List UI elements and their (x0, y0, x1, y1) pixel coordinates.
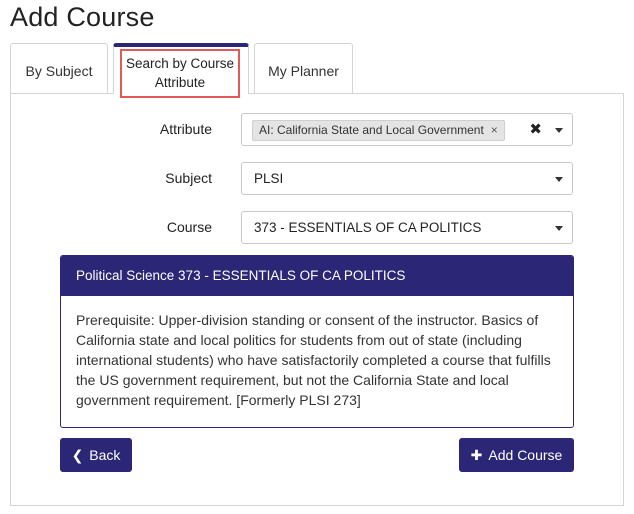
tab-by-subject[interactable]: By Subject (10, 43, 108, 93)
attribute-label: Attribute (159, 121, 212, 137)
tab-search-by-course-attribute[interactable]: Search by Course Attribute (113, 43, 249, 98)
tab-my-planner[interactable]: My Planner (254, 43, 353, 93)
add-course-button[interactable]: ✚ Add Course (459, 438, 574, 472)
attribute-chip: AI: California State and Local Governmen… (252, 120, 505, 141)
course-label: Course (166, 219, 212, 235)
course-value: 373 - ESSENTIALS OF CA POLITICS (254, 220, 482, 235)
subject-value: PLSI (254, 171, 284, 186)
course-info-header: Political Science 373 - ESSENTIALS OF CA… (61, 256, 573, 296)
course-select[interactable]: 373 - ESSENTIALS OF CA POLITICS (241, 211, 573, 244)
tab-label: Search by Course Attribute (125, 56, 235, 90)
course-info-box: Political Science 373 - ESSENTIALS OF CA… (60, 255, 574, 428)
plus-icon: ✚ (470, 447, 483, 463)
chip-label: AI: California State and Local Governmen… (259, 123, 484, 137)
back-button[interactable]: ❮ Back (60, 438, 132, 472)
back-button-label: Back (89, 447, 121, 463)
chevron-down-icon[interactable] (555, 226, 563, 231)
course-description: Prerequisite: Upper-division standing or… (76, 312, 551, 408)
chevron-down-icon[interactable] (555, 128, 563, 133)
tab-label: By Subject (25, 63, 93, 79)
subject-select[interactable]: PLSI (241, 162, 573, 195)
tab-highlight-box: Search by Course Attribute (120, 49, 240, 98)
add-course-button-label: Add Course (488, 447, 563, 463)
clear-selection-icon[interactable]: ✖ (529, 120, 542, 138)
chevron-down-icon[interactable] (555, 177, 563, 182)
attribute-select[interactable]: AI: California State and Local Governmen… (241, 113, 573, 146)
subject-label: Subject (165, 170, 212, 186)
chip-remove-icon[interactable]: × (491, 121, 498, 140)
page-title: Add Course (10, 2, 155, 32)
tab-label: My Planner (268, 63, 339, 79)
chevron-left-icon: ❮ (71, 447, 84, 463)
